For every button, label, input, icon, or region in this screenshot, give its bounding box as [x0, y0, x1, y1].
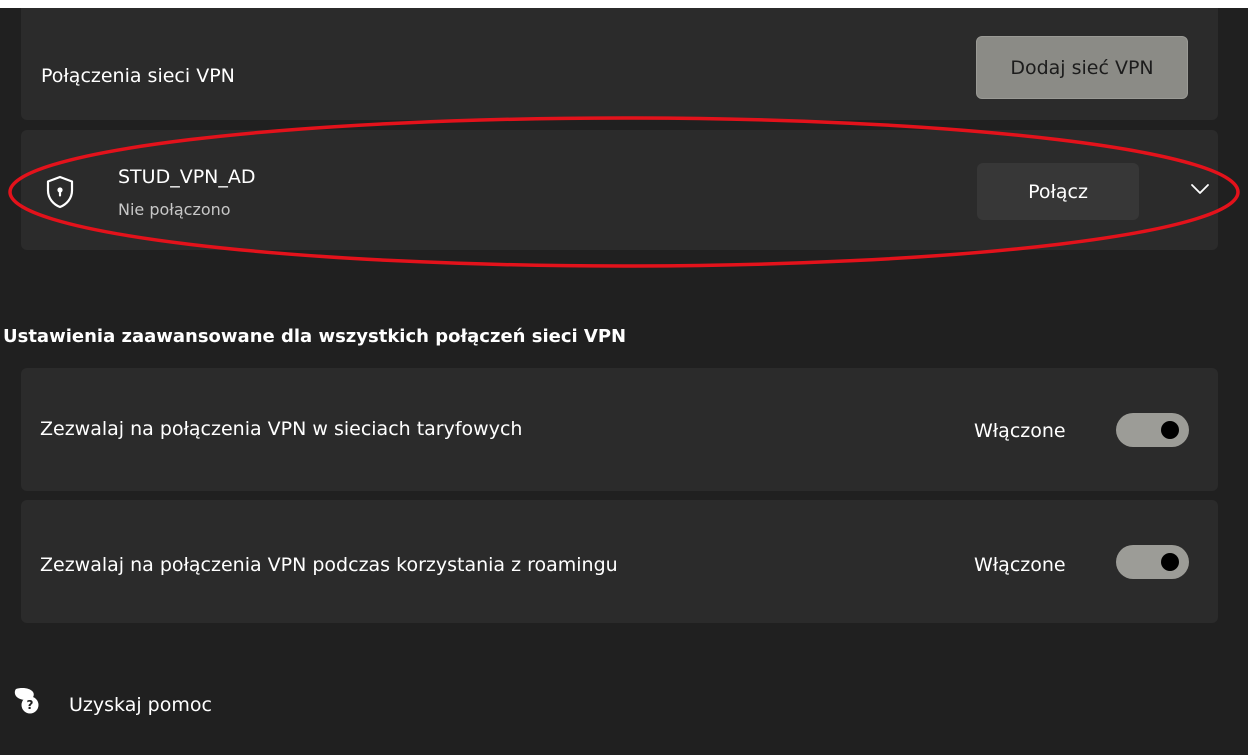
- vpn-connection-name: STUD_VPN_AD: [118, 166, 256, 188]
- vpn-settings-page: Połączenia sieci VPN Dodaj sieć VPN STUD…: [0, 0, 1248, 755]
- help-chat-icon: ?: [14, 688, 39, 714]
- vpn-connections-card: Połączenia sieci VPN Dodaj sieć VPN: [21, 8, 1218, 120]
- chevron-down-icon[interactable]: [1189, 182, 1211, 196]
- vpn-connection-item[interactable]: STUD_VPN_AD Nie połączono Połącz: [21, 130, 1218, 250]
- vpn-connections-title: Połączenia sieci VPN: [41, 65, 235, 87]
- setting-metered-state: Włączone: [974, 420, 1066, 442]
- setting-roaming: Zezwalaj na połączenia VPN podczas korzy…: [21, 500, 1218, 623]
- toggle-knob: [1161, 421, 1179, 439]
- vpn-connection-status: Nie połączono: [118, 200, 231, 219]
- svg-text:?: ?: [27, 698, 34, 712]
- setting-metered-networks: Zezwalaj na połączenia VPN w sieciach ta…: [21, 368, 1218, 491]
- shield-lock-icon: [46, 175, 74, 209]
- connect-button[interactable]: Połącz: [977, 163, 1139, 220]
- roaming-toggle-switch[interactable]: [1116, 545, 1189, 579]
- get-help-link[interactable]: Uzyskaj pomoc: [69, 694, 212, 716]
- top-edge: [0, 0, 1248, 8]
- add-vpn-button[interactable]: Dodaj sieć VPN: [976, 36, 1188, 99]
- toggle-knob: [1161, 553, 1179, 571]
- advanced-settings-heading: Ustawienia zaawansowane dla wszystkich p…: [3, 326, 627, 347]
- setting-roaming-state: Włączone: [974, 554, 1066, 576]
- metered-toggle-switch[interactable]: [1116, 413, 1189, 447]
- setting-metered-label: Zezwalaj na połączenia VPN w sieciach ta…: [40, 418, 523, 440]
- setting-roaming-label: Zezwalaj na połączenia VPN podczas korzy…: [40, 554, 618, 576]
